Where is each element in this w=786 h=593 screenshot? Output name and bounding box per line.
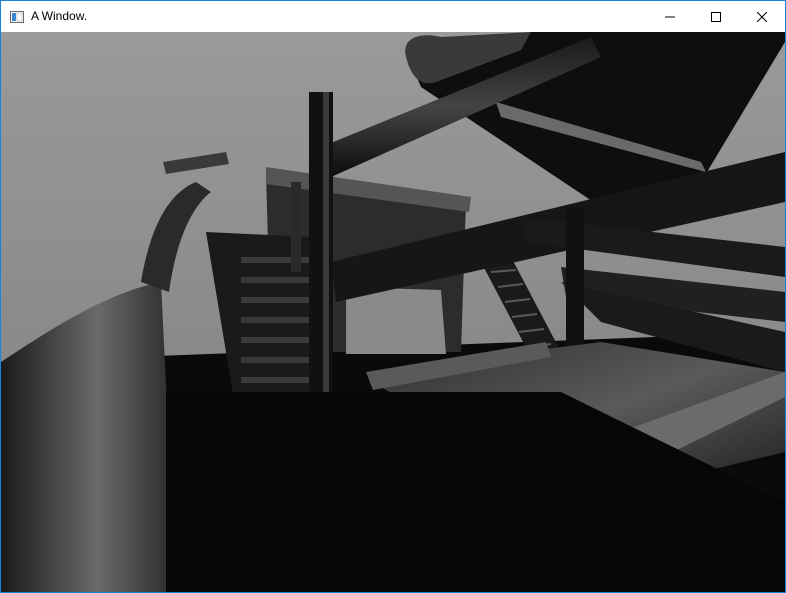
cabin-window (346, 287, 446, 354)
3d-scene (1, 32, 785, 592)
minimize-icon (665, 16, 675, 17)
maximize-icon (711, 11, 721, 22)
close-button[interactable] (739, 1, 785, 32)
app-window: A Window. (0, 0, 786, 593)
app-window-icon (10, 10, 24, 23)
post-center-hl (323, 92, 329, 412)
maximize-button[interactable] (693, 1, 739, 32)
title-bar[interactable]: A Window. (1, 1, 785, 32)
post-center (309, 92, 333, 412)
window-title: A Window. (31, 9, 88, 23)
close-icon (757, 11, 767, 22)
render-viewport[interactable] (1, 32, 785, 592)
post-mid (291, 182, 301, 272)
post-right (566, 207, 584, 347)
minimize-button[interactable] (647, 1, 693, 32)
